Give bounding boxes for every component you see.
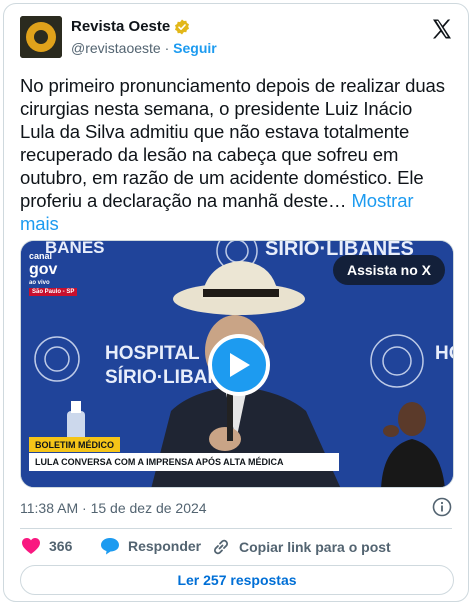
play-icon — [230, 353, 250, 377]
follow-button[interactable]: Seguir — [173, 40, 217, 56]
canal-gov-logo: canal gov ao vivo São Paulo - SP — [29, 251, 78, 296]
post-card: Revista Oeste @revistaoeste · Seguir No … — [3, 3, 469, 602]
author-name[interactable]: Revista Oeste — [71, 18, 170, 35]
timestamp[interactable]: 11:38 AM · 15 de dez de 2024 — [20, 500, 207, 516]
copy-link-button[interactable]: Copiar link para o post — [211, 537, 391, 557]
backdrop-text-right: HO SÍR — [435, 342, 454, 364]
author-name-row: Revista Oeste — [71, 18, 190, 35]
avatar[interactable] — [20, 16, 62, 58]
handle-row: @revistaoeste · Seguir — [71, 40, 217, 56]
copy-link-label: Copiar link para o post — [239, 539, 391, 555]
broadcaster-top: canal — [29, 251, 53, 261]
broadcaster-live: ao vivo — [29, 280, 50, 286]
x-logo-icon[interactable] — [430, 17, 454, 41]
author-handle[interactable]: @revistaoeste — [71, 40, 161, 56]
post-text: No primeiro pronunciamento depois de rea… — [20, 74, 450, 235]
reply-label: Responder — [128, 538, 202, 554]
reply-button[interactable]: Responder — [100, 537, 201, 555]
divider — [20, 528, 452, 529]
backdrop-text-hospital: HOSPITAL — [105, 343, 200, 364]
info-icon[interactable] — [432, 497, 452, 517]
play-button[interactable] — [208, 334, 270, 396]
broadcaster-name: gov — [29, 261, 58, 278]
handle-separator: · — [164, 40, 170, 56]
link-icon — [214, 539, 228, 555]
video-player[interactable]: BANES SÍRIO·LIBANES HOSPITAL SÍRIO·LIBAN… — [20, 240, 454, 488]
post-time: 11:38 AM — [20, 500, 79, 516]
lower-third-text: LULA CONVERSA COM A IMPRENSA APÓS ALTA M… — [29, 453, 339, 471]
watch-on-x-button[interactable]: Assista no X — [332, 255, 445, 285]
heart-icon — [22, 538, 40, 554]
like-count: 366 — [49, 538, 73, 554]
broadcaster-location: São Paulo - SP — [29, 288, 78, 296]
lower-third: BOLETIM MÉDICO LULA CONVERSA COM A IMPRE… — [21, 437, 453, 473]
post-date: 15 de dez de 2024 — [90, 500, 207, 516]
time-date-separator: · — [82, 500, 87, 516]
verified-badge-icon — [174, 19, 190, 35]
read-replies-button[interactable]: Ler 257 respostas — [20, 565, 454, 595]
like-button[interactable]: 366 — [21, 537, 72, 555]
reply-bubble-icon — [101, 538, 119, 555]
lower-third-tag: BOLETIM MÉDICO — [29, 437, 120, 452]
backdrop-text-sirio: SÍRIO·LIBAN — [105, 366, 221, 388]
